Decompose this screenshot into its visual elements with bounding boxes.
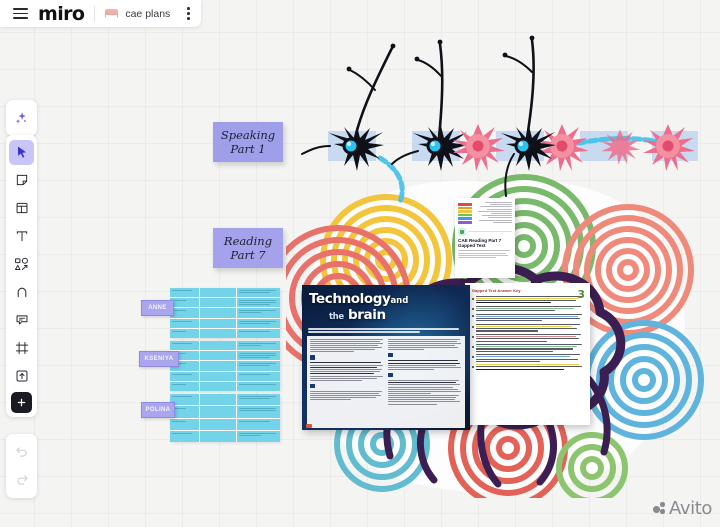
tech-slide-body-columns <box>307 335 465 428</box>
list-item <box>472 313 583 322</box>
table-row <box>170 318 280 329</box>
list-item <box>472 344 583 352</box>
list-item <box>472 334 583 342</box>
ai-sparkle-tool[interactable] <box>9 106 34 131</box>
tech-title-and: and <box>390 296 409 306</box>
lesson-plan-table-1[interactable] <box>170 288 280 338</box>
table-row <box>170 430 280 442</box>
cae-card-chart <box>458 201 512 224</box>
avito-dots-icon <box>653 502 666 515</box>
name-chip-kseniya[interactable]: KSENIYA <box>139 351 179 367</box>
bullet-icon <box>472 365 474 368</box>
table-row <box>170 381 280 391</box>
table-row <box>170 418 280 431</box>
template-tool[interactable] <box>9 196 34 221</box>
cae-card-top-text <box>474 201 512 224</box>
bullet-icon <box>472 315 474 318</box>
cae-legend-swatches <box>458 201 472 224</box>
bullet-icon <box>472 355 474 358</box>
bullet-icon <box>472 307 474 310</box>
list-item <box>472 306 583 312</box>
ai-tool-panel <box>6 100 37 136</box>
table-row <box>170 361 280 372</box>
table-row <box>170 394 280 407</box>
cae-reading-part-7-card[interactable]: CAE Reading Part 7 Gapped Text <box>455 198 515 278</box>
document-page-number: 3 <box>577 288 585 301</box>
technology-and-the-brain-slide[interactable]: Technologyand the brain <box>302 285 470 430</box>
bullet-icon <box>472 325 474 328</box>
reading-answer-key-document[interactable]: 3 Gapped Text Answer Key <box>465 283 590 425</box>
more-options-icon[interactable] <box>179 0 197 27</box>
bullet-icon <box>472 345 474 348</box>
tech-title-the: the <box>329 312 344 322</box>
pen-tool[interactable] <box>9 280 34 305</box>
list-item <box>472 354 583 362</box>
name-chip-polina[interactable]: POLINA <box>141 402 175 418</box>
name-chip-anne[interactable]: ANNE <box>141 300 174 316</box>
sticky-speaking-part-1[interactable]: Speaking Part 1 <box>213 122 283 162</box>
bullet-icon <box>472 335 474 338</box>
board-header-panel: miro cae plans <box>0 0 202 27</box>
cae-card-subtext <box>458 250 512 259</box>
sticky-reading-part-7[interactable]: Reading Part 7 <box>213 228 283 268</box>
upload-tool[interactable] <box>9 364 34 389</box>
tech-slide-page-marker <box>306 424 312 428</box>
redo-button[interactable] <box>9 468 34 493</box>
list-item <box>472 364 583 370</box>
table-row <box>170 288 280 299</box>
tech-title-main: Technology <box>309 291 391 307</box>
table-row <box>170 328 280 338</box>
more-apps-tool[interactable] <box>11 391 32 413</box>
undo-button[interactable] <box>9 440 34 465</box>
tech-title-brain: brain <box>348 307 386 323</box>
bullet-icon <box>472 297 474 300</box>
sticky-reading-text: Reading Part 7 <box>223 233 273 262</box>
undo-redo-panel <box>6 434 37 498</box>
frame-tool[interactable] <box>9 336 34 361</box>
board-tab[interactable]: cae plans <box>95 0 179 27</box>
table-row <box>170 298 280 309</box>
tech-slide-intro-text <box>308 328 464 333</box>
list-item <box>472 296 583 304</box>
text-tool[interactable] <box>9 224 34 249</box>
select-tool[interactable] <box>9 139 34 165</box>
sticky-note-tool[interactable] <box>9 168 34 193</box>
lesson-plan-table-3[interactable] <box>170 394 280 442</box>
main-tool-panel <box>6 135 37 417</box>
comment-tool[interactable] <box>9 308 34 333</box>
tech-column-left <box>310 338 384 425</box>
list-item <box>472 324 583 332</box>
avito-watermark-text: Avito <box>669 498 712 519</box>
document-heading: Gapped Text Answer Key <box>472 289 521 293</box>
board-thumbnail-icon <box>105 8 119 19</box>
board-tab-label: cae plans <box>125 7 171 20</box>
cae-card-title: CAE Reading Part 7 Gapped Text <box>458 237 502 249</box>
shapes-tool[interactable] <box>9 252 34 277</box>
miro-logo[interactable]: miro <box>30 3 94 25</box>
cae-app-logo-icon <box>458 227 466 236</box>
lesson-plan-table-2[interactable] <box>170 341 280 391</box>
table-row <box>170 406 280 419</box>
sticky-speaking-text: Speaking Part 1 <box>220 127 276 156</box>
neuron-illustration-row[interactable] <box>300 18 700 205</box>
table-row <box>170 351 280 362</box>
miro-board-app: CAE Reading Part 7 Gapped Text Technolog… <box>0 0 720 527</box>
table-row <box>170 308 280 319</box>
hamburger-icon[interactable] <box>0 8 30 19</box>
table-row <box>170 341 280 352</box>
tech-slide-heading: Technologyand the brain <box>302 285 470 326</box>
avito-watermark: Avito <box>653 498 712 519</box>
tech-column-right <box>388 338 462 425</box>
table-row <box>170 371 280 382</box>
